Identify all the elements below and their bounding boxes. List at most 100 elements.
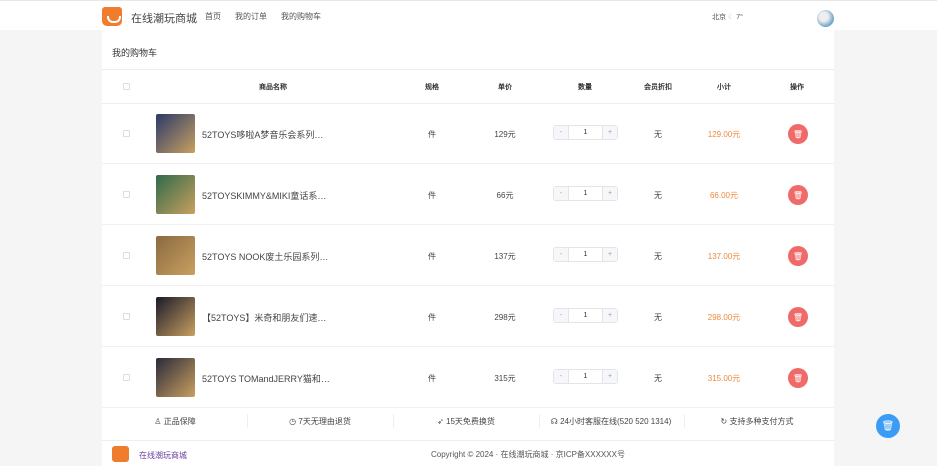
nav-home[interactable]: 首页 xyxy=(205,11,221,22)
shop-logo-icon[interactable] xyxy=(102,7,122,26)
subtotal: 315.00元 xyxy=(707,374,741,383)
product-thumbnail[interactable] xyxy=(156,297,195,336)
decrease-button[interactable]: - xyxy=(554,126,568,139)
feature-payment: ↻ 支持多种支付方式 xyxy=(721,416,794,427)
member-discount: 无 xyxy=(654,252,662,261)
quantity-stepper: - 1 + xyxy=(553,125,618,140)
increase-button[interactable]: + xyxy=(603,187,617,200)
cart-row: 52TOYSKIMMY&MIKI童话系… 件 66元 - 1 + 无 66.00… xyxy=(102,164,834,225)
row-checkbox[interactable] xyxy=(123,252,130,259)
row-checkbox[interactable] xyxy=(123,130,130,137)
row-checkbox[interactable] xyxy=(123,313,130,320)
product-spec: 件 xyxy=(428,191,436,200)
badge-icon: ♙ xyxy=(154,417,162,426)
quantity-stepper: - 1 + xyxy=(553,247,618,262)
product-name[interactable]: 52TOYS哆啦A梦音乐会系列… xyxy=(202,128,323,141)
trash-icon: 🗑 xyxy=(881,420,895,432)
weather: 北京 ☾ 7° xyxy=(712,12,743,22)
feature-label: 15天免费换货 xyxy=(446,417,495,426)
increase-button[interactable]: + xyxy=(603,126,617,139)
feature-return: ◷ 7天无理由退货 xyxy=(289,416,351,427)
member-discount: 无 xyxy=(654,374,662,383)
quantity-input[interactable]: 1 xyxy=(568,370,603,383)
col-action: 操作 xyxy=(790,84,804,91)
brand-name[interactable]: 在线潮玩商城 xyxy=(131,10,197,26)
decrease-button[interactable]: - xyxy=(554,187,568,200)
col-spec: 规格 xyxy=(425,84,439,91)
delete-button[interactable]: 🗑 xyxy=(788,307,808,327)
product-name[interactable]: 52TOYS NOOK废土乐园系列… xyxy=(202,250,328,263)
headset-icon: ☊ xyxy=(550,417,558,426)
trash-icon: 🗑 xyxy=(792,129,804,139)
decrease-button[interactable]: - xyxy=(554,248,568,261)
product-spec: 件 xyxy=(428,252,436,261)
product-spec: 件 xyxy=(428,130,436,139)
product-thumbnail[interactable] xyxy=(156,236,195,275)
divider xyxy=(684,414,685,428)
quantity-input[interactable]: 1 xyxy=(568,248,603,261)
quantity-stepper: - 1 + xyxy=(553,308,618,323)
footer: 在线潮玩商城 Copyright © 2024 · 在线潮玩商城 · 京ICP备… xyxy=(102,440,834,466)
cart-row: 52TOYS TOMandJERRY猫和… 件 315元 - 1 + 无 315… xyxy=(102,347,834,408)
product-name[interactable]: 52TOYS TOMandJERRY猫和… xyxy=(202,372,330,385)
moon-icon: ☾ xyxy=(727,14,735,21)
decrease-button[interactable]: - xyxy=(554,370,568,383)
increase-button[interactable]: + xyxy=(603,370,617,383)
product-thumbnail[interactable] xyxy=(156,175,195,214)
divider xyxy=(393,414,394,428)
cart-row: 52TOYS哆啦A梦音乐会系列… 件 129元 - 1 + 无 129.00元 … xyxy=(102,103,834,164)
quantity-input[interactable]: 1 xyxy=(568,309,603,322)
cart-row: 52TOYS NOOK废土乐园系列… 件 137元 - 1 + 无 137.00… xyxy=(102,225,834,286)
product-thumbnail[interactable] xyxy=(156,114,195,153)
divider xyxy=(539,414,540,428)
member-discount: 无 xyxy=(654,130,662,139)
copyright: Copyright © 2024 · 在线潮玩商城 · 京ICP备XXXXXX号 xyxy=(431,450,625,459)
delete-button[interactable]: 🗑 xyxy=(788,185,808,205)
product-spec: 件 xyxy=(428,313,436,322)
delete-button[interactable]: 🗑 xyxy=(788,246,808,266)
feature-label: 支持多种支付方式 xyxy=(729,417,794,426)
trash-icon: 🗑 xyxy=(792,312,804,322)
delete-button[interactable]: 🗑 xyxy=(788,368,808,388)
top-nav: 在线潮玩商城 首页 我的订单 我的购物车 北京 ☾ 7° xyxy=(0,0,937,30)
col-qty: 数量 xyxy=(578,84,592,91)
trash-icon: 🗑 xyxy=(792,373,804,383)
feature-label: 24小时客服在线(520 520 1314) xyxy=(560,417,672,426)
decrease-button[interactable]: - xyxy=(554,309,568,322)
avatar[interactable] xyxy=(817,10,834,27)
subtotal: 66.00元 xyxy=(709,191,739,200)
delete-button[interactable]: 🗑 xyxy=(788,124,808,144)
increase-button[interactable]: + xyxy=(603,309,617,322)
subtotal: 129.00元 xyxy=(707,130,741,139)
product-price: 137元 xyxy=(494,252,516,261)
trash-icon: 🗑 xyxy=(792,251,804,261)
feature-exchange: ➶ 15天免费换货 xyxy=(437,416,495,427)
clear-cart-button[interactable]: 🗑 xyxy=(876,414,900,438)
quantity-input[interactable]: 1 xyxy=(568,126,603,139)
member-discount: 无 xyxy=(654,313,662,322)
product-price: 66元 xyxy=(496,191,514,200)
member-discount: 无 xyxy=(654,191,662,200)
footer-brand[interactable]: 在线潮玩商城 xyxy=(139,450,187,461)
cart-panel: 我的购物车 商品名称 规格 单价 数量 会员折扣 小计 操作 52TOYS哆啦A… xyxy=(102,30,834,466)
quantity-input[interactable]: 1 xyxy=(568,187,603,200)
quantity-stepper: - 1 + xyxy=(553,186,618,201)
divider xyxy=(102,69,834,70)
quantity-stepper: - 1 + xyxy=(553,369,618,384)
col-discount: 会员折扣 xyxy=(644,84,672,91)
increase-button[interactable]: + xyxy=(603,248,617,261)
row-checkbox[interactable] xyxy=(123,191,130,198)
product-price: 315元 xyxy=(494,374,516,383)
select-all-checkbox[interactable] xyxy=(123,83,130,90)
temperature: 7° xyxy=(736,14,743,21)
col-name: 商品名称 xyxy=(259,84,287,91)
product-name[interactable]: 52TOYSKIMMY&MIKI童话系… xyxy=(202,189,326,202)
nav-orders[interactable]: 我的订单 xyxy=(235,11,267,22)
subtotal: 298.00元 xyxy=(707,313,741,322)
send-icon: ➶ xyxy=(437,417,444,426)
nav-cart[interactable]: 我的购物车 xyxy=(281,11,321,22)
feature-label: 正品保障 xyxy=(163,417,196,426)
row-checkbox[interactable] xyxy=(123,374,130,381)
product-thumbnail[interactable] xyxy=(156,358,195,397)
product-name[interactable]: 【52TOYS】米奇和朋友们速… xyxy=(202,311,326,324)
